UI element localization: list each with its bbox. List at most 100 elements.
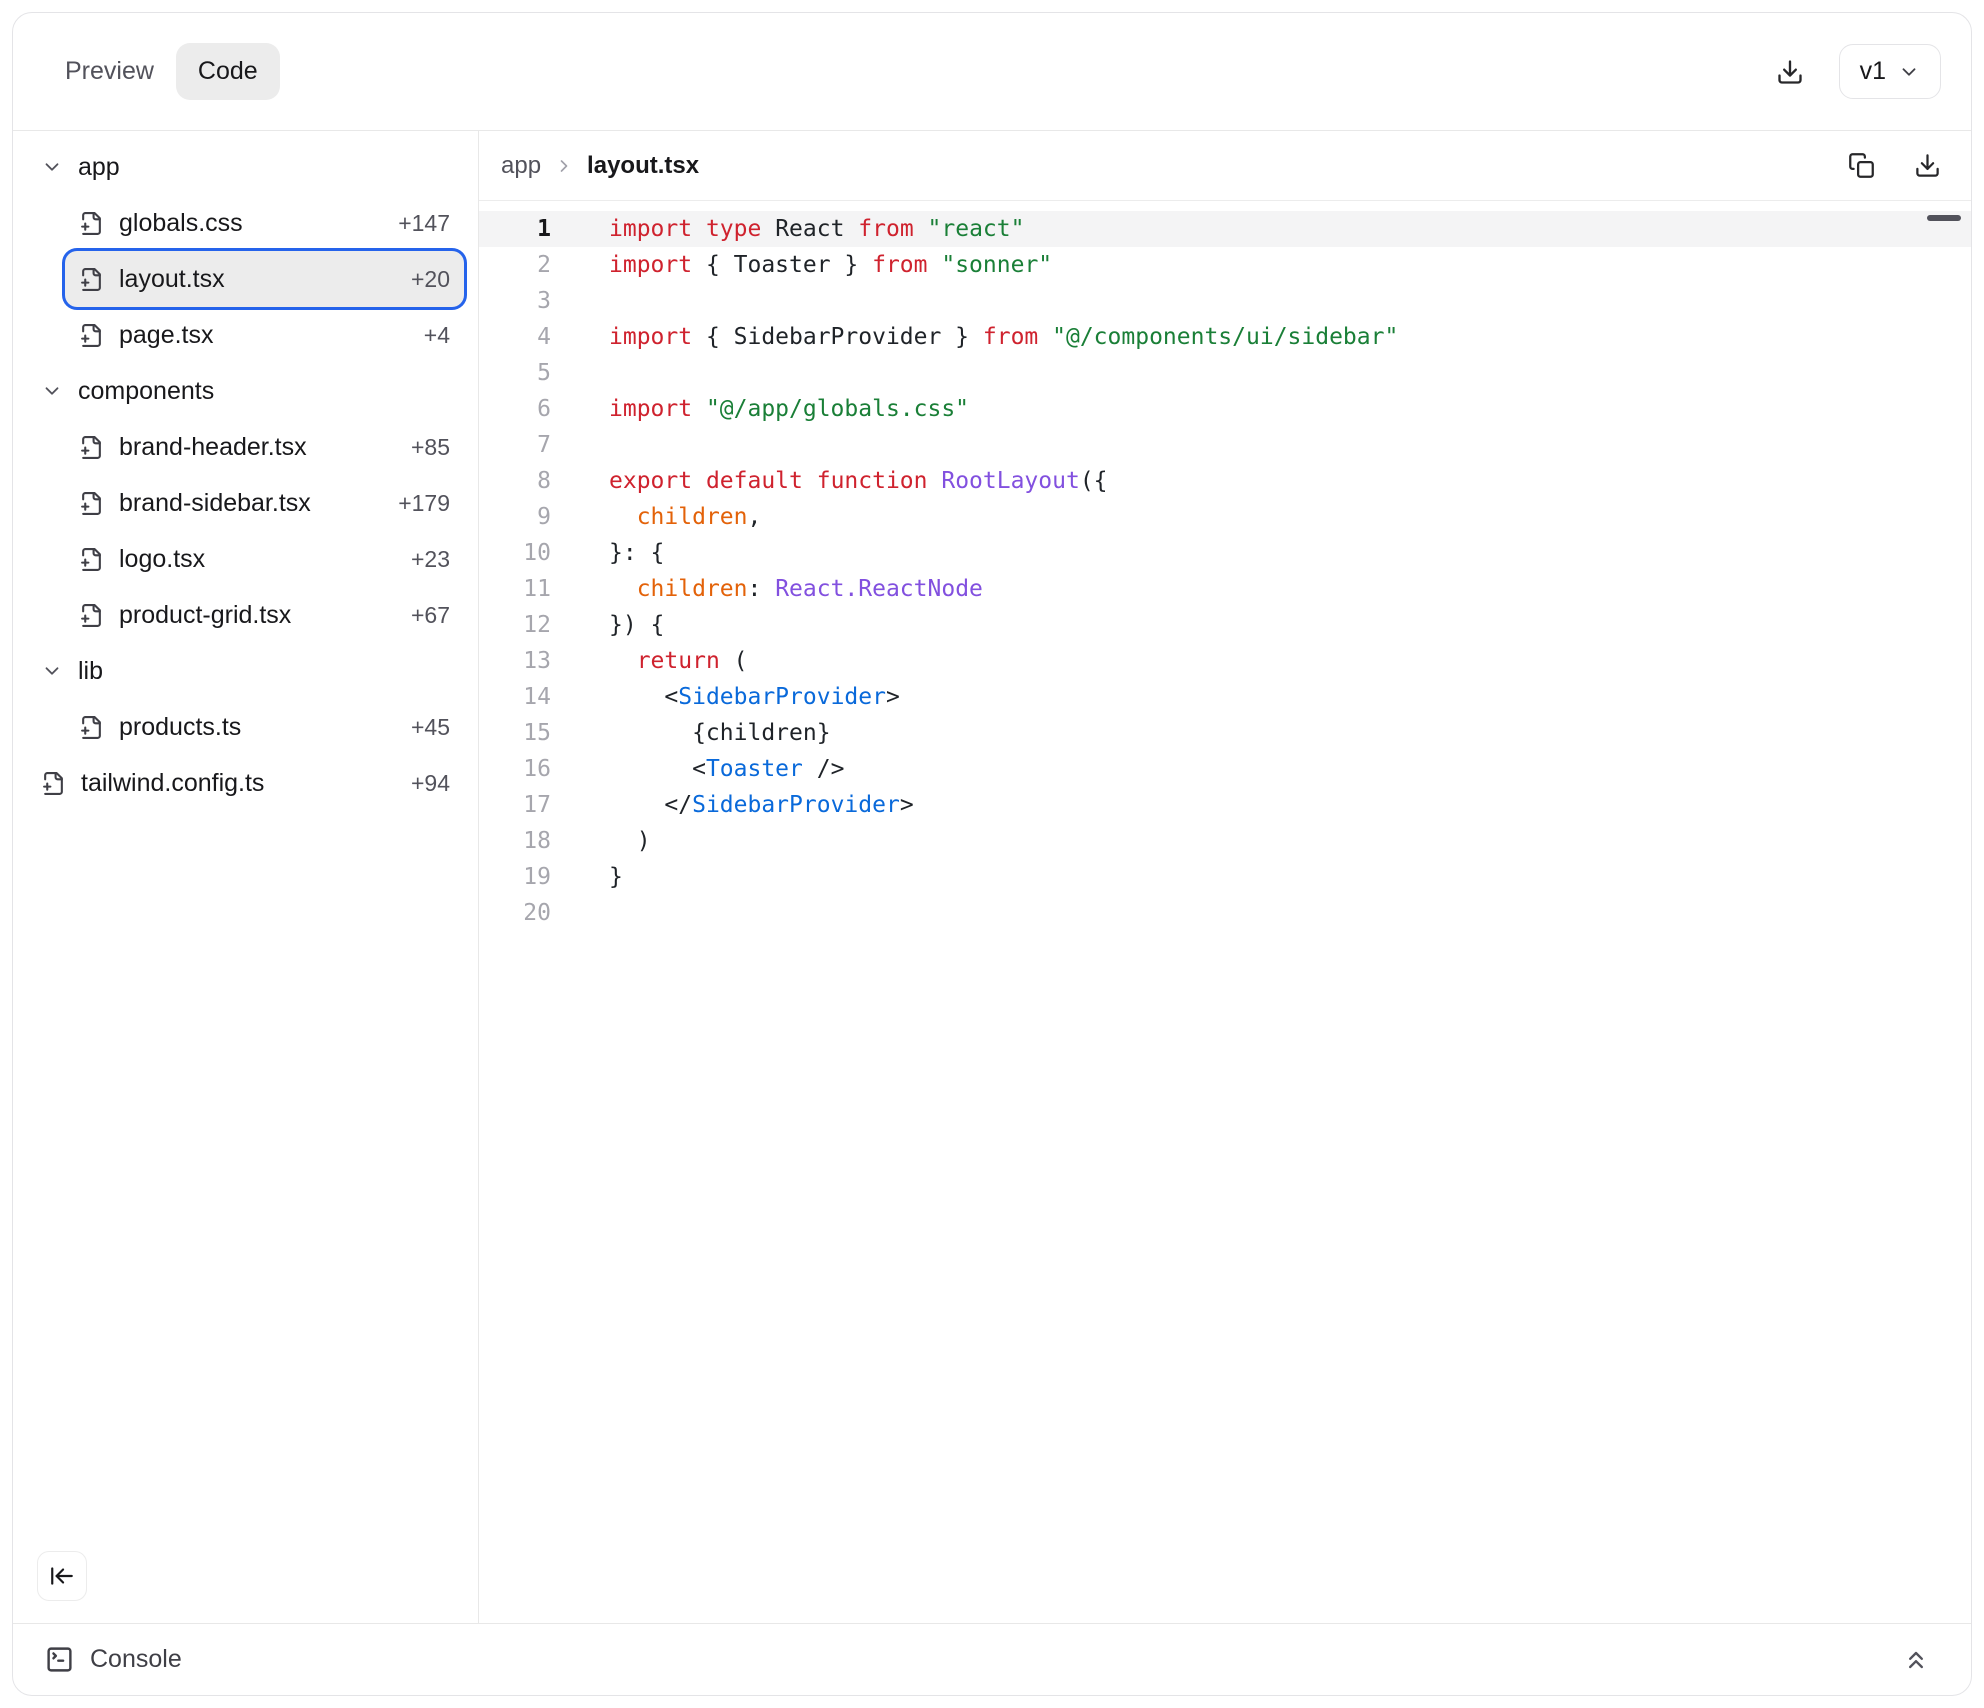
code-line-8[interactable]: 8export default function RootLayout({: [479, 463, 1971, 499]
copy-code-button[interactable]: [1843, 148, 1879, 184]
code-line-19[interactable]: 19}: [479, 859, 1971, 895]
line-number: 20: [479, 895, 551, 931]
line-number: 12: [479, 607, 551, 643]
folder-name: app: [78, 153, 120, 182]
tree-folder-components[interactable]: components: [27, 363, 464, 419]
line-number: 14: [479, 679, 551, 715]
tree-file-tailwind.config.ts[interactable]: tailwind.config.ts+94: [27, 755, 464, 811]
tab-code[interactable]: Code: [176, 43, 280, 100]
chevron-down-icon: [41, 380, 63, 402]
line-number: 2: [479, 247, 551, 283]
line-number: 11: [479, 571, 551, 607]
tree-file-globals.css[interactable]: globals.css +147: [65, 195, 464, 251]
code-line-3[interactable]: 3: [479, 283, 1971, 319]
code-panel: Preview Code v1 app globals.css +147 layout…: [12, 12, 1972, 1696]
console-bar: Console: [13, 1623, 1971, 1695]
tree-file-products.ts[interactable]: products.ts +45: [65, 699, 464, 755]
tree-file-logo.tsx[interactable]: logo.tsx+23: [65, 531, 464, 587]
diff-count-badge: +147: [398, 210, 450, 237]
code-line-4[interactable]: 4import { SidebarProvider } from "@/comp…: [479, 319, 1971, 355]
file-name: page.tsx: [119, 321, 214, 350]
code-line-17[interactable]: 17 </SidebarProvider>: [479, 787, 1971, 823]
line-number: 8: [479, 463, 551, 499]
line-number: 9: [479, 499, 551, 535]
code-lines: 1import type React from "react"2 import {…: [479, 211, 1971, 931]
folder-name: lib: [78, 657, 103, 686]
file-plus-icon: [41, 771, 66, 796]
file-plus-icon: [79, 211, 104, 236]
file-name: brand-sidebar.tsx: [119, 489, 311, 518]
tree-file-page.tsx[interactable]: page.tsx+4: [65, 307, 464, 363]
line-number: 15: [479, 715, 551, 751]
download-file-button[interactable]: [1909, 148, 1945, 184]
folder-name: components: [78, 377, 214, 406]
code-line-18[interactable]: 18 ): [479, 823, 1971, 859]
tree-folder-lib[interactable]: lib: [27, 643, 464, 699]
tree-file-layout.tsx[interactable]: layout.tsx+20: [65, 251, 464, 307]
code-text: import { Toaster } from "sonner": [609, 247, 1052, 283]
code-editor[interactable]: 1import type React from "react"2 import {…: [479, 201, 1971, 1623]
diff-count-badge: +67: [411, 602, 450, 629]
tree-folder-app[interactable]: app: [27, 139, 464, 195]
editor-pane: app layout.tsx: [479, 131, 1971, 1623]
console-label[interactable]: Console: [90, 1645, 182, 1674]
breadcrumb-file: layout.tsx: [587, 152, 699, 180]
breadcrumb: app layout.tsx: [479, 131, 1971, 201]
code-line-20[interactable]: 20: [479, 895, 1971, 931]
tree-file-product-grid.tsx[interactable]: product-grid.tsx+67: [65, 587, 464, 643]
line-number: 16: [479, 751, 551, 787]
code-line-14[interactable]: 14 <SidebarProvider>: [479, 679, 1971, 715]
version-dropdown[interactable]: v1: [1839, 44, 1941, 99]
code-line-1[interactable]: 1import type React from "react": [479, 211, 1971, 247]
code-text: {children}: [609, 715, 831, 751]
line-number: 6: [479, 391, 551, 427]
file-tree: appglobals.css+147layout.tsx+20page.tsx+…: [27, 139, 464, 811]
diff-count-badge: +94: [411, 770, 450, 797]
file-name: products.ts: [119, 713, 241, 742]
expand-console-button[interactable]: [1893, 1637, 1939, 1683]
code-line-2[interactable]: 2 import { Toaster } from "sonner": [479, 247, 1971, 283]
tab-preview[interactable]: Preview: [43, 43, 176, 100]
diff-count-badge: +45: [411, 714, 450, 741]
code-line-15[interactable]: 15 {children}: [479, 715, 1971, 751]
top-bar-actions: v1: [1767, 44, 1941, 99]
code-line-16[interactable]: 16 <Toaster />: [479, 751, 1971, 787]
chevron-down-icon: [1898, 61, 1920, 83]
file-plus-icon: [79, 603, 104, 628]
version-label: v1: [1860, 57, 1886, 86]
download-button[interactable]: [1767, 49, 1813, 95]
code-line-13[interactable]: 13 return (: [479, 643, 1971, 679]
code-line-6[interactable]: 6import "@/app/globals.css": [479, 391, 1971, 427]
code-line-7[interactable]: 7: [479, 427, 1971, 463]
code-text: <Toaster />: [609, 751, 844, 787]
file-name: globals.css: [119, 209, 243, 238]
code-line-11[interactable]: 11 children: React.ReactNode: [479, 571, 1971, 607]
code-text: import type React from "react": [609, 211, 1024, 247]
file-name: layout.tsx: [119, 265, 225, 294]
breadcrumb-folder[interactable]: app: [501, 152, 541, 180]
code-text: return (: [609, 643, 748, 679]
line-number: 13: [479, 643, 551, 679]
collapse-sidebar-button[interactable]: [37, 1551, 87, 1601]
collapse-sidebar-icon: [49, 1563, 75, 1589]
code-text: </SidebarProvider>: [609, 787, 914, 823]
file-name: brand-header.tsx: [119, 433, 307, 462]
tree-file-brand-header.tsx[interactable]: brand-header.tsx +85: [65, 419, 464, 475]
tree-file-brand-sidebar.tsx[interactable]: brand-sidebar.tsx+179: [65, 475, 464, 531]
code-text: children,: [609, 499, 761, 535]
line-number: 17: [479, 787, 551, 823]
line-number: 10: [479, 535, 551, 571]
code-line-12[interactable]: 12}) {: [479, 607, 1971, 643]
editor-actions: [1843, 148, 1945, 184]
file-name: logo.tsx: [119, 545, 205, 574]
file-plus-icon: [79, 323, 104, 348]
code-line-9[interactable]: 9 children,: [479, 499, 1971, 535]
download-icon: [1776, 58, 1804, 86]
code-text: ): [609, 823, 651, 859]
chevrons-up-icon: [1902, 1646, 1930, 1674]
code-line-10[interactable]: 10}: {: [479, 535, 1971, 571]
code-line-5[interactable]: 5: [479, 355, 1971, 391]
diff-count-badge: +85: [411, 434, 450, 461]
code-text: <SidebarProvider>: [609, 679, 900, 715]
scrollbar-thumb[interactable]: [1927, 215, 1961, 221]
